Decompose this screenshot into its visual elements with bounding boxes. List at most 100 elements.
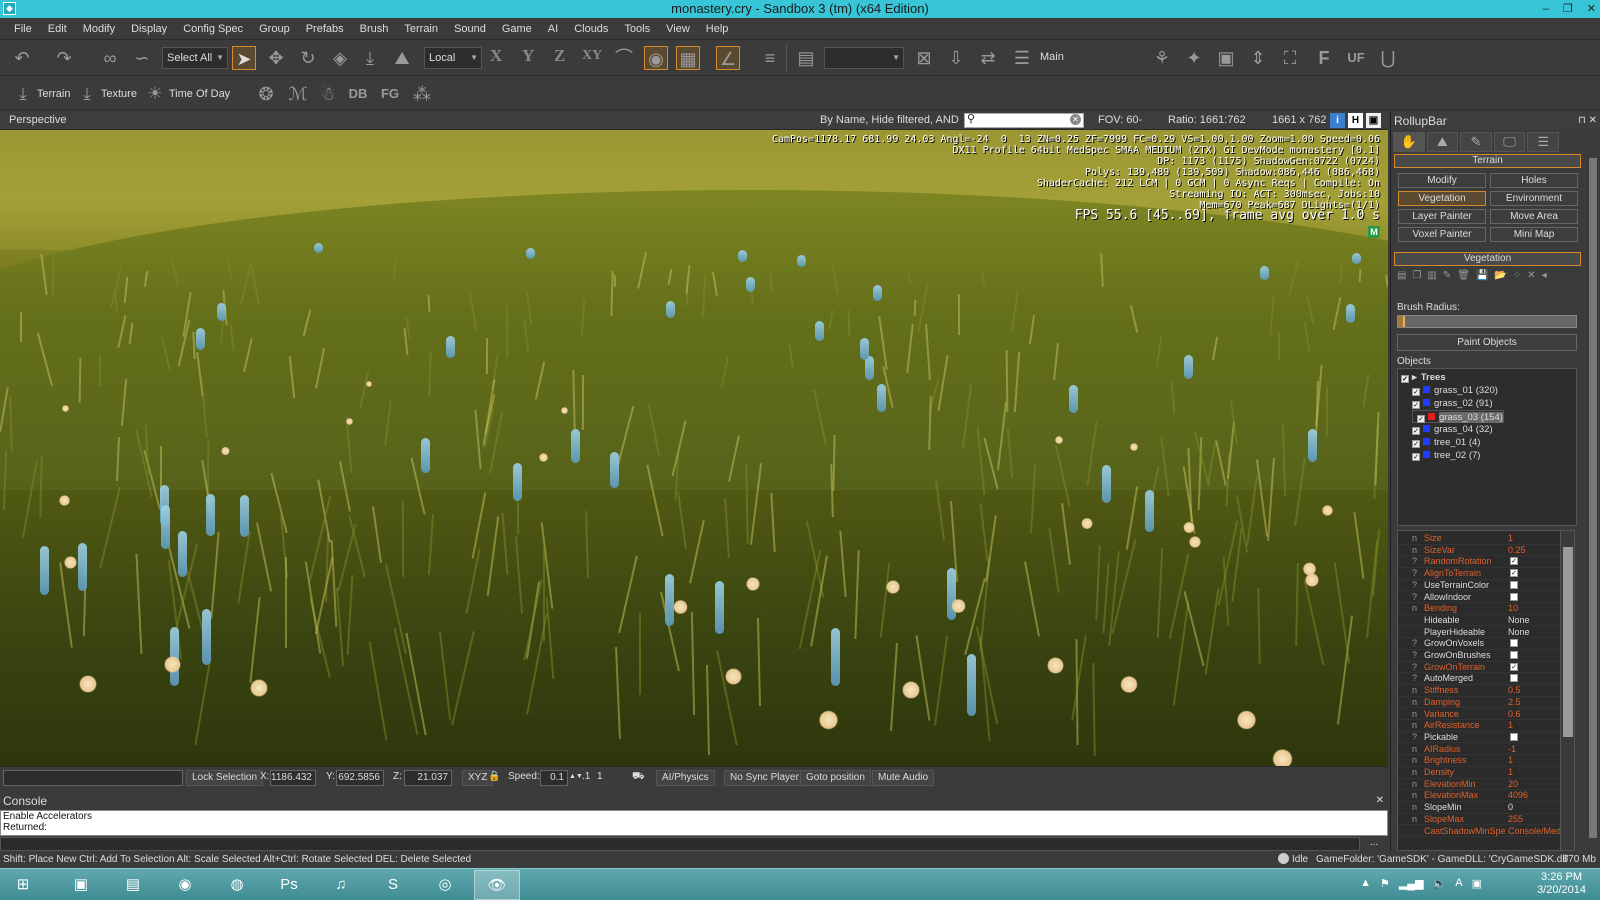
time-of-day-button[interactable]: ☀ Time Of Day — [144, 82, 230, 106]
flowgraph-icon[interactable]: ⚘ — [1150, 46, 1174, 70]
property-value[interactable]: 1 — [1508, 755, 1560, 766]
voxel-painter-button[interactable]: Voxel Painter — [1398, 227, 1486, 242]
speed-option-1[interactable]: 1 — [597, 770, 603, 786]
tab-layers-icon[interactable]: ☰ — [1527, 132, 1559, 152]
photoshop-icon[interactable]: Ps — [266, 870, 312, 900]
physics-icon[interactable]: ⊠ — [912, 46, 936, 70]
import-icon[interactable]: ⇄ — [976, 46, 1000, 70]
property-row[interactable]: ? Pickable — [1398, 732, 1560, 744]
clear-icon[interactable]: ✕ — [1527, 270, 1535, 284]
3d-viewport[interactable]: CamPos=1178.17 681.99 24.03 Angl=-24 0 1… — [0, 130, 1388, 766]
track-icon[interactable]: ✦ — [1182, 46, 1206, 70]
menu-config-spec[interactable]: Config Spec — [175, 23, 251, 35]
menu-modify[interactable]: Modify — [75, 23, 123, 35]
layer-name[interactable]: Main — [1040, 51, 1064, 63]
tree-group-trees[interactable]: ✓ ▸ Trees — [1401, 371, 1446, 384]
item-checkbox[interactable]: ✓ — [1412, 401, 1420, 409]
group-checkbox[interactable]: ✓ — [1401, 375, 1409, 383]
holes-button[interactable]: Holes — [1490, 173, 1578, 188]
menu-game[interactable]: Game — [494, 23, 540, 35]
environment-button[interactable]: Environment — [1490, 191, 1578, 206]
console-input[interactable] — [0, 837, 1360, 851]
property-row[interactable]: n ElevationMax 4096 — [1398, 790, 1560, 802]
angle-snap-icon[interactable]: ∠ — [716, 46, 740, 70]
goto-position-button[interactable]: Goto position — [800, 770, 871, 786]
property-value[interactable]: -1 — [1508, 744, 1560, 755]
item-checkbox[interactable]: ✓ — [1412, 440, 1420, 448]
property-value[interactable]: 1 — [1508, 720, 1560, 731]
z-field[interactable]: 21.037 — [404, 770, 452, 786]
property-value[interactable]: 0.5 — [1508, 685, 1560, 696]
itunes-icon[interactable]: ♫ — [318, 870, 364, 900]
tree-item[interactable]: ✓ grass_01 (320) — [1412, 384, 1498, 397]
menu-prefabs[interactable]: Prefabs — [298, 23, 352, 35]
explorer-icon[interactable]: ▣ — [58, 870, 104, 900]
pin-close-icons[interactable]: ⊓ ✕ — [1578, 112, 1597, 130]
property-value[interactable]: 4096 — [1508, 790, 1560, 801]
axis-y-button[interactable]: Y — [522, 46, 534, 66]
property-checkbox[interactable] — [1510, 639, 1518, 648]
property-row[interactable]: ? RandomRotation ✓ — [1398, 556, 1560, 568]
property-row[interactable]: CastShadowMinSpe Console/Med — [1398, 826, 1560, 837]
property-value[interactable]: 10 — [1508, 603, 1560, 614]
unlink-icon[interactable]: ∽ — [130, 46, 154, 70]
add-object-icon[interactable]: ▤ — [1397, 270, 1406, 284]
property-row[interactable]: n Density 1 — [1398, 767, 1560, 779]
property-row[interactable]: n SizeVar 0.25 — [1398, 545, 1560, 557]
search-input[interactable]: ⚲ ✕ — [964, 113, 1084, 128]
command-input[interactable] — [3, 770, 183, 786]
tree-item[interactable]: ✓ tree_01 (4) — [1412, 436, 1480, 449]
property-value[interactable]: 0.6 — [1508, 709, 1560, 720]
save-icon[interactable]: 💾 — [1476, 270, 1488, 284]
clock[interactable]: 3:26 PM 3/20/2014 — [1537, 871, 1586, 897]
tab-modify-icon[interactable]: ✎ — [1460, 132, 1492, 152]
property-row[interactable]: ? AllowIndoor — [1398, 592, 1560, 603]
tab-objects-icon[interactable]: ✋ — [1393, 132, 1425, 152]
maximize-viewport-icon[interactable]: ▣ — [1366, 113, 1381, 128]
property-checkbox[interactable] — [1510, 651, 1518, 659]
console-output[interactable]: Enable Accelerators Returned: — [0, 810, 1388, 836]
menu-brush[interactable]: Brush — [352, 23, 397, 35]
menu-view[interactable]: View — [658, 23, 698, 35]
property-row[interactable]: ? AlignToTerrain ✓ — [1398, 568, 1560, 580]
select-icon[interactable]: ➤ — [232, 46, 256, 70]
menu-terrain[interactable]: Terrain — [396, 23, 446, 35]
y-field[interactable]: 692.5856 — [336, 770, 384, 786]
item-checkbox[interactable]: ✓ — [1412, 453, 1420, 461]
tray-volume-icon[interactable]: 🔈 — [1433, 877, 1447, 890]
property-row[interactable]: ? GrowOnBrushes — [1398, 650, 1560, 662]
terrain-follow-icon[interactable]: ⌒ — [612, 46, 636, 70]
mute-audio-button[interactable]: Mute Audio — [872, 770, 935, 786]
property-value[interactable]: 1 — [1508, 767, 1560, 778]
tray-flag-icon[interactable]: ⚑ — [1380, 877, 1390, 890]
f-icon[interactable]: F — [1312, 46, 1336, 70]
property-value[interactable]: None — [1508, 615, 1560, 626]
filter-label[interactable]: By Name, Hide filtered, AND — [820, 114, 959, 126]
brush-radius-slider[interactable] — [1397, 315, 1577, 328]
property-row[interactable]: n AIRadius -1 — [1398, 744, 1560, 756]
modify-button[interactable]: Modify — [1398, 173, 1486, 188]
minimize-icon[interactable]: – — [1543, 0, 1549, 18]
property-checkbox[interactable] — [1510, 580, 1518, 589]
tree-item[interactable]: ✓ tree_02 (7) — [1412, 449, 1480, 462]
menu-clouds[interactable]: Clouds — [566, 23, 616, 35]
property-value[interactable]: 0.25 — [1508, 545, 1560, 556]
terrain-section-header[interactable]: Terrain — [1394, 154, 1581, 168]
tab-terrain-icon[interactable]: ⛰ — [1426, 132, 1459, 152]
properties-scrollbar[interactable] — [1560, 531, 1574, 850]
fov-field[interactable]: FOV: 60- — [1098, 114, 1142, 126]
steam-icon[interactable]: ◎ — [422, 870, 468, 900]
item-checkbox[interactable]: ✓ — [1412, 427, 1420, 435]
db-button[interactable]: DB — [346, 82, 370, 106]
sound-icon[interactable]: ❂ — [254, 82, 278, 106]
ai-icon[interactable]: ℳ — [286, 82, 310, 106]
export-icon[interactable]: ⇩ — [944, 46, 968, 70]
chrome-icon[interactable]: ◉ — [162, 870, 208, 900]
menu-ai[interactable]: AI — [540, 23, 566, 35]
lock-icon[interactable]: 🔒 — [488, 770, 500, 786]
replace-object-icon[interactable]: ▥ — [1427, 270, 1436, 284]
viewport-title[interactable]: Perspective — [9, 114, 66, 126]
expand-icon[interactable]: ▸ — [1412, 372, 1417, 383]
paint-objects-button[interactable]: Paint Objects — [1397, 334, 1577, 351]
speed-field[interactable]: 0.1 — [540, 770, 568, 786]
